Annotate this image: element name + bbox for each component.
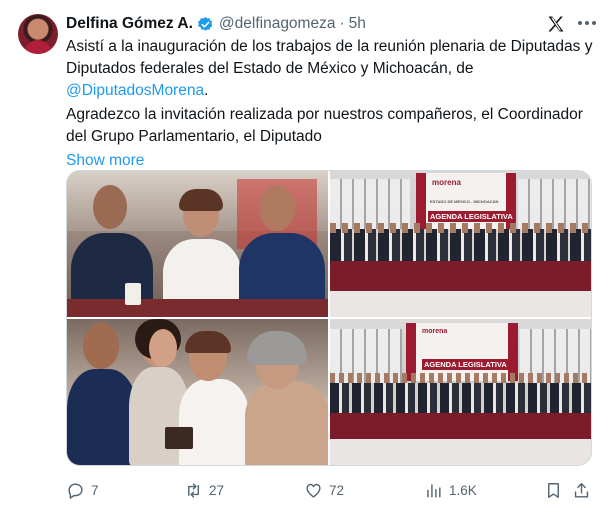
photo-2[interactable]: morena ESTADO DE MÉXICO - MICHOACÁN AGEN… — [330, 171, 591, 317]
share-icon — [574, 482, 589, 498]
reply-icon — [68, 482, 83, 499]
photo-1[interactable] — [67, 171, 328, 317]
more-icon[interactable] — [578, 21, 596, 25]
avatar[interactable] — [18, 14, 58, 54]
photo-4[interactable]: morena AGENDA LEGISLATIVA — [330, 319, 591, 465]
show-more-link[interactable]: Show more — [66, 152, 144, 169]
separator-dot: · — [339, 15, 345, 32]
author-handle[interactable]: @delfinagomeza — [219, 15, 336, 33]
verified-badge-icon — [197, 16, 213, 31]
bookmark-button[interactable] — [544, 478, 563, 502]
views-button[interactable]: 1.6K — [424, 478, 477, 502]
banner-title: AGENDA LEGISLATIVA — [428, 211, 515, 222]
tweet-card[interactable]: Delfina Gómez A. @delfinagomeza · 5h Asi… — [0, 0, 610, 512]
banner-small-text: ESTADO DE MÉXICO - MICHOACÁN — [430, 199, 499, 204]
photo-3[interactable] — [67, 319, 328, 465]
share-button[interactable] — [572, 478, 591, 502]
x-logo-icon[interactable] — [546, 14, 566, 34]
like-button[interactable]: 72 — [304, 478, 344, 502]
bookmark-icon — [548, 482, 559, 498]
mention-link[interactable]: @DiputadosMorena — [66, 82, 204, 99]
views-count: 1.6K — [449, 482, 477, 498]
repost-icon — [188, 482, 199, 498]
timestamp[interactable]: 5h — [349, 15, 366, 33]
tweet-text-line1: Asistí a la inauguración de los trabajos… — [66, 38, 593, 77]
banner-title-2: AGENDA LEGISLATIVA — [422, 359, 509, 370]
tweet-header: Delfina Gómez A. @delfinagomeza · 5h — [66, 14, 366, 34]
author-name[interactable]: Delfina Gómez A. — [66, 15, 193, 33]
like-icon — [306, 483, 321, 498]
reply-count: 7 — [91, 482, 99, 498]
reply-button[interactable]: 7 — [66, 478, 99, 502]
repost-button[interactable]: 27 — [184, 478, 224, 502]
media-grid: morena ESTADO DE MÉXICO - MICHOACÁN AGEN… — [66, 170, 592, 466]
banner-logo-text-2: morena — [422, 328, 448, 335]
repost-count: 27 — [209, 482, 225, 498]
views-icon — [427, 483, 441, 498]
like-count: 72 — [329, 482, 345, 498]
action-bar: 7 27 72 1.6K — [66, 478, 592, 502]
mention-suffix: . — [204, 82, 209, 99]
tweet-text: Asistí a la inauguración de los trabajos… — [66, 36, 596, 172]
banner-logo-text: morena — [432, 178, 461, 187]
tweet-text-line2: Agradezco la invitación realizada por nu… — [66, 106, 583, 145]
